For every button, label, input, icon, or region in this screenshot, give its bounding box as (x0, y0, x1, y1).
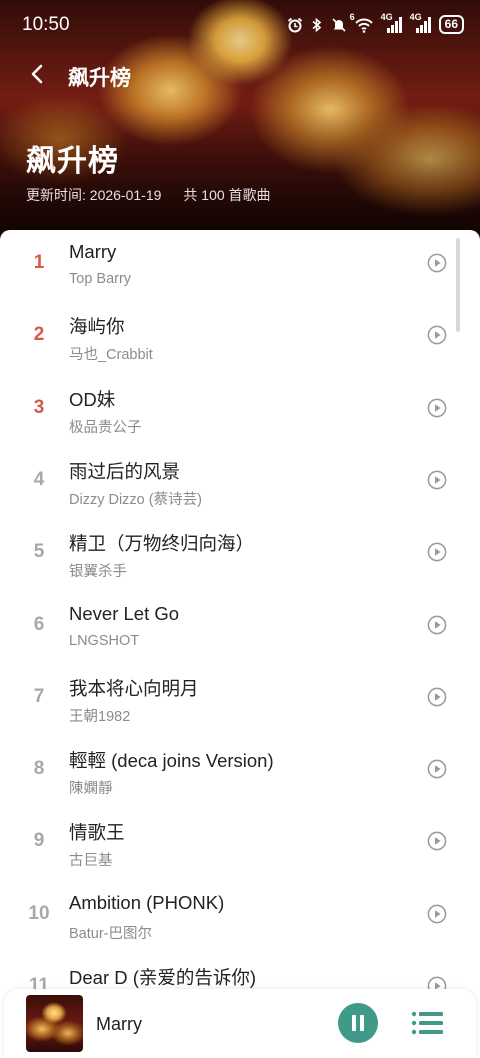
song-rank: 5 (33, 541, 45, 563)
play-icon[interactable] (427, 759, 447, 779)
song-title: Marry (69, 241, 117, 262)
nav-title: 飙升榜 (68, 67, 131, 90)
song-title: 我本将心向明月 (69, 677, 199, 699)
wifi-icon: 6 (350, 12, 374, 33)
song-row[interactable]: 9 情歌王古巨基 (0, 808, 480, 880)
bluetooth-icon (312, 17, 321, 32)
now-playing-title: Marry (96, 1014, 142, 1034)
back-arrow-icon[interactable] (24, 60, 52, 88)
play-icon[interactable] (427, 687, 447, 707)
status-icons: 6 4G 4G 66 (287, 12, 464, 34)
song-rank: 6 (33, 613, 45, 635)
top-nav: 飙升榜 (0, 52, 480, 100)
chart-meta: 更新时间: 2026-01-19 共 100 首歌曲 (26, 185, 271, 205)
song-title: OD妹 (69, 388, 116, 410)
song-list[interactable]: 1 Marry Top Barry 2 海屿你马也_Crabbit 3 OD妹极品贵公子 4 雨… (0, 230, 480, 1058)
song-title: 海屿你 (69, 316, 125, 338)
mini-player[interactable]: Marry (4, 989, 476, 1058)
song-artist: Top Barry (69, 271, 132, 287)
alarm-icon (287, 17, 302, 32)
song-row[interactable]: 6 Never Let Go LNGSHOT (0, 592, 480, 664)
song-rank: 9 (33, 830, 45, 852)
song-title: 情歌王 (69, 822, 125, 844)
song-row[interactable]: 5 精卫（万物终归向海） 银翼杀手 (0, 519, 480, 591)
play-icon[interactable] (427, 398, 447, 418)
wifi-tag: 6 (349, 11, 355, 22)
song-title: 雨过后的风景 (69, 460, 181, 482)
play-icon[interactable] (427, 615, 447, 635)
song-title: 輕輕 (deca joins Version) (69, 750, 274, 772)
song-artist: 极品贵公子 (69, 419, 142, 436)
song-row[interactable]: 4 雨过后的风景 Dizzy Dizzo (蔡诗芸) (0, 447, 480, 519)
song-artist: Batur-巴图尔 (69, 925, 152, 942)
song-artist: 王朝1982 (69, 708, 131, 725)
song-rank: 8 (33, 758, 45, 780)
pause-button[interactable] (338, 1003, 378, 1043)
song-artist: 陳嫻靜 (69, 781, 113, 798)
song-title: Never Let Go (69, 602, 180, 624)
song-row[interactable]: 2 海屿你马也_Crabbit (0, 302, 480, 374)
song-title: Dear D (亲爱的告诉你) (69, 967, 257, 988)
song-row[interactable]: 8 輕輕 (deca joins Version) 陳嫻靜 (0, 736, 480, 808)
album-cover[interactable] (26, 995, 83, 1052)
signal-icon-2: 4G (410, 12, 432, 33)
play-icon[interactable] (427, 831, 447, 851)
update-time: 更新时间: 2026-01-19 (26, 187, 162, 203)
play-icon[interactable] (427, 470, 447, 490)
play-icon[interactable] (427, 904, 447, 924)
mute-bell-icon (332, 17, 346, 32)
chart-title: 飙升榜 (26, 145, 119, 178)
status-time: 10:50 (22, 14, 70, 35)
song-row[interactable]: 10 Ambition (PHONK) Batur-巴图尔 (0, 881, 480, 953)
battery-indicator: 66 (438, 15, 464, 34)
song-count: 共 100 首歌曲 (183, 187, 271, 203)
play-icon[interactable] (427, 542, 447, 562)
song-title: 精卫（万物终归向海） (69, 533, 255, 555)
song-row[interactable]: 7 我本将心向明月王朝1982 (0, 664, 480, 736)
play-icon[interactable] (427, 253, 447, 273)
song-rank: 10 (28, 902, 50, 924)
song-rank: 4 (33, 468, 45, 490)
song-artist: Dizzy Dizzo (蔡诗芸) (69, 491, 202, 508)
play-icon[interactable] (427, 325, 447, 345)
status-bar: 10:50 6 4G 4G 66 (0, 0, 480, 48)
song-row[interactable]: 1 Marry Top Barry (0, 230, 480, 302)
playlist-queue-icon[interactable] (409, 1009, 445, 1037)
signal-icon-1: 4G (381, 12, 403, 33)
song-rank: 7 (33, 685, 45, 707)
song-artist: 古巨基 (69, 853, 113, 870)
song-artist: 马也_Crabbit (69, 347, 153, 364)
song-rank: 2 (33, 324, 45, 346)
song-artist: LNGSHOT (69, 632, 140, 649)
song-rank: 3 (33, 396, 45, 418)
song-row[interactable]: 3 OD妹极品贵公子 (0, 375, 480, 447)
song-rank: 1 (33, 252, 45, 273)
song-artist: 银翼杀手 (69, 564, 127, 581)
song-title: Ambition (PHONK) (69, 891, 225, 913)
